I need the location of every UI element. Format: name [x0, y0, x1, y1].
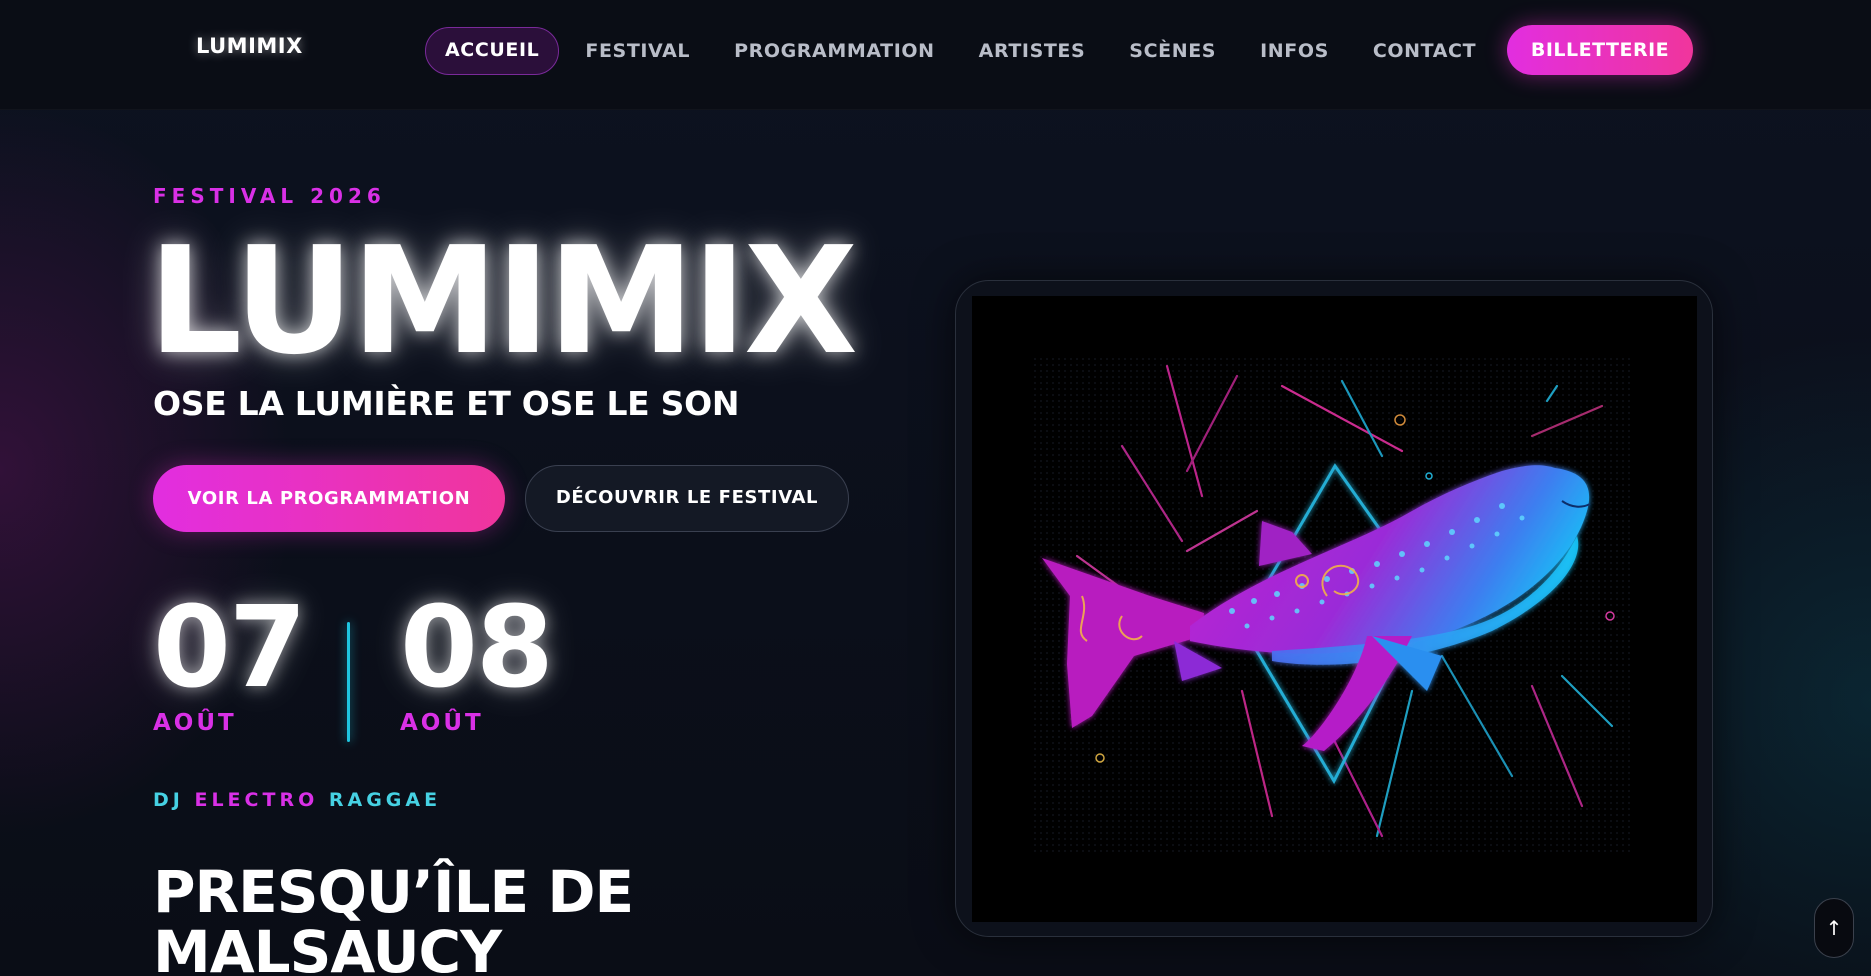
nav-link-scenes[interactable]: SCÈNES — [1107, 27, 1238, 75]
hero-tagline: OSE LA LUMIÈRE ET OSE LE SON — [153, 384, 740, 423]
hero-title: LUMIMIX — [148, 215, 858, 387]
navbar: LUMIMIX ACCUEIL FESTIVAL PROGRAMMATION A… — [0, 0, 1871, 110]
nav-link-festival[interactable]: FESTIVAL — [563, 27, 712, 75]
date-divider — [347, 622, 350, 742]
date-start: 07 AOÛT — [153, 583, 307, 736]
scroll-to-top-button[interactable]: ↑ — [1814, 898, 1854, 958]
nav-link-artistes[interactable]: ARTISTES — [957, 27, 1108, 75]
date-end: 08 AOÛT — [400, 583, 554, 736]
nav-link-accueil[interactable]: ACCUEIL — [425, 27, 560, 75]
hero-eyebrow: FESTIVAL 2026 — [153, 184, 386, 208]
nav-link-contact[interactable]: CONTACT — [1351, 27, 1498, 75]
nav-link-programmation[interactable]: PROGRAMMATION — [712, 27, 957, 75]
discover-festival-button[interactable]: DÉCOUVRIR LE FESTIVAL — [525, 465, 849, 532]
ticket-button[interactable]: BILLETTERIE — [1507, 25, 1693, 75]
festival-location: PRESQU’ÎLE DE MALSAUCY — [153, 858, 634, 976]
arrow-up-icon: ↑ — [1825, 916, 1843, 940]
date-day: 07 — [153, 583, 307, 713]
genre-list: DJ ELECTRO RAGGAE — [153, 789, 441, 811]
date-month: AOÛT — [400, 710, 484, 736]
main-nav: ACCUEIL FESTIVAL PROGRAMMATION ARTISTES … — [425, 26, 1498, 76]
view-program-button[interactable]: VOIR LA PROGRAMMATION — [153, 465, 505, 532]
genre-dj: DJ — [153, 789, 184, 811]
genre-raggae: RAGGAE — [328, 789, 442, 811]
artwork-card — [955, 280, 1713, 937]
site-logo[interactable]: LUMIMIX — [196, 34, 303, 58]
date-month: AOÛT — [153, 710, 237, 736]
whale-shark-illustration — [1032, 356, 1632, 856]
date-day: 08 — [400, 583, 554, 713]
nav-link-infos[interactable]: INFOS — [1238, 27, 1351, 75]
genre-electro: ELECTRO — [194, 789, 319, 811]
whale-shark-artwork — [972, 296, 1697, 922]
